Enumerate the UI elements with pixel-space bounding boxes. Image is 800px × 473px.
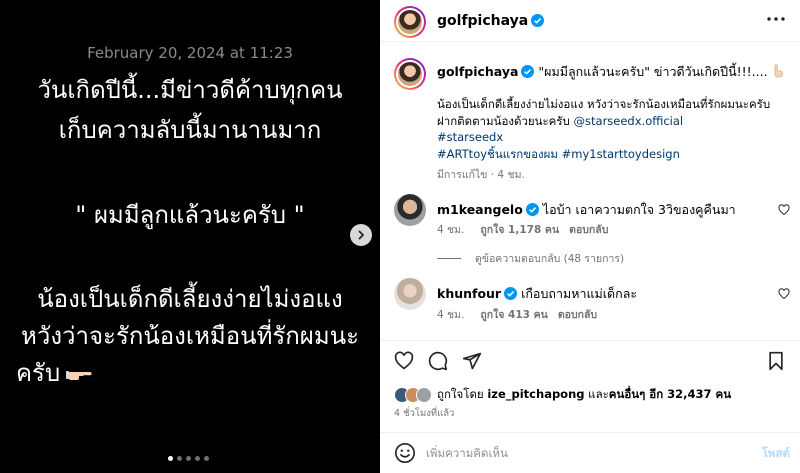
comment-icon[interactable] <box>428 351 448 371</box>
action-bar <box>380 340 800 380</box>
caption-time: 4 ชม. <box>497 169 525 181</box>
comment-username[interactable]: m1keangelo <box>437 202 523 217</box>
carousel-dot <box>177 456 182 461</box>
likes-others[interactable]: คนอื่นๆ อีก 32,437 คน <box>609 387 731 401</box>
liker-avatar <box>416 387 432 403</box>
commenter-avatar[interactable] <box>394 194 426 226</box>
verified-icon <box>525 203 539 216</box>
caption-avatar[interactable] <box>394 58 426 90</box>
mention-link[interactable]: @starseedx.official <box>574 114 684 128</box>
carousel-dot <box>195 456 200 461</box>
caption-text: ฝากติดตามน้องด้วยนะครับ <box>437 113 574 128</box>
share-icon[interactable] <box>462 351 482 371</box>
comment-meta: 4 ชม. ถูกใจ 413 คน ตอบกลับ <box>437 306 597 323</box>
comment-username[interactable]: khunfour <box>437 286 501 301</box>
post-comment-button[interactable]: โพสต์ <box>762 445 790 463</box>
caption-meta: มีการแก้ไข · 4 ชม. <box>437 169 525 181</box>
media-line: ครับ <box>16 359 61 387</box>
media-line: เก็บความลับนี้มานานมาก <box>58 116 322 144</box>
caption-username[interactable]: golfpichaya <box>437 64 518 79</box>
post-time: 4 ชั่วโมงที่แล้ว <box>394 408 455 419</box>
media-line-last: ครับ <box>16 355 136 391</box>
carousel-next-button[interactable] <box>350 224 372 246</box>
hashtag-link[interactable]: #ARTtoyชิ้นแรกของผม <box>437 147 558 161</box>
verified-icon <box>504 287 518 300</box>
view-replies-label: ดูข้อความตอบกลับ (48 รายการ) <box>475 253 625 265</box>
comment: m1keangelo ไอบ้า เอาความตกใจ 3วิของคูคืน… <box>437 200 736 220</box>
save-icon[interactable] <box>766 351 786 371</box>
caption-headline: "ผมมีลูกแล้วนะครับ" ข่าวดีวันเกิดปีนี้!!… <box>534 64 768 79</box>
post-media: February 20, 2024 at 11:23 วันเกิดปีนี้.… <box>0 0 380 473</box>
likes-prefix: ถูกใจโดย <box>437 387 488 401</box>
edited-label: มีการแก้ไข <box>437 169 488 181</box>
author-username[interactable]: golfpichaya <box>437 13 528 29</box>
comment-time: 4 ชม. <box>437 224 465 236</box>
comment-text: ไอบ้า เอาความตกใจ 3วิของคูคืนมา <box>542 202 736 217</box>
author-username-row: golfpichaya <box>437 13 545 29</box>
likes-text[interactable]: ถูกใจโดย ize_pitchapong และคนอื่นๆ อีก 3… <box>437 386 731 404</box>
post-side-panel: golfpichaya golfpichaya "ผมมีลูกแล้วนะคร… <box>380 0 800 473</box>
media-line: " ผมมีลูกแล้วนะครับ " <box>75 201 305 229</box>
caption-header: golfpichaya "ผมมีลูกแล้วนะครับ" ข่าวดีวั… <box>437 62 785 82</box>
caption-body: น้องเป็นเด็กดีเลี้ยงง่ายไม่งอแง หวังว่าจ… <box>437 96 789 162</box>
likes-summary: ถูกใจโดย ize_pitchapong และคนอื่นๆ อีก 3… <box>394 386 731 404</box>
comment: khunfour เกือบถามหาแม่เด็กละ <box>437 284 637 304</box>
carousel-dot <box>204 456 209 461</box>
comment-likes[interactable]: ถูกใจ 1,178 คน <box>480 224 559 236</box>
verified-icon <box>531 14 545 27</box>
heart-icon[interactable] <box>778 288 790 300</box>
hashtag-link[interactable]: #starseedx <box>437 129 789 146</box>
carousel-dot <box>186 456 191 461</box>
carousel-dots <box>168 456 209 461</box>
heart-icon[interactable] <box>778 204 790 216</box>
author-avatar[interactable] <box>394 6 426 38</box>
reply-button[interactable]: ตอบกลับ <box>569 224 608 236</box>
pointing-hand-emoji <box>774 64 783 78</box>
reply-button[interactable]: ตอบกลับ <box>558 309 597 321</box>
hashtag-row: #ARTtoyชิ้นแรกของผม #my1starttoydesign <box>437 146 789 163</box>
comment-input[interactable] <box>426 443 726 463</box>
more-icon[interactable] <box>766 11 786 27</box>
comment-meta: 4 ชม. ถูกใจ 1,178 คน ตอบกลับ <box>437 221 608 238</box>
chevron-right-icon <box>358 230 364 240</box>
caption-line: น้องเป็นเด็กดีเลี้ยงง่ายไม่งอแง หวังว่าจ… <box>437 97 771 111</box>
commenter-avatar[interactable] <box>394 278 426 310</box>
likes-and: และ <box>584 387 609 401</box>
heart-icon[interactable] <box>394 351 414 371</box>
liker-username[interactable]: ize_pitchapong <box>487 387 584 401</box>
media-line: น้องเป็นเด็กดีเลี้ยงง่ายไม่งอแง <box>37 285 343 313</box>
hashtag-link[interactable]: #my1starttoydesign <box>562 147 680 161</box>
comment-composer: โพสต์ <box>380 432 800 473</box>
carousel-dot <box>168 456 173 461</box>
media-line: หวังว่าจะรักน้องเหมือนที่รักผมนะ <box>21 322 359 350</box>
media-line: วันเกิดปีนี้...มีข่าวดีค้าบทุกคน <box>37 76 343 104</box>
view-replies-button[interactable]: ดูข้อความตอบกลับ (48 รายการ) <box>437 250 624 267</box>
caption-line: ฝากติดตามน้องด้วยนะครับ @starseedx.offic… <box>437 113 789 130</box>
comment-time: 4 ชม. <box>437 309 465 321</box>
comment-likes[interactable]: ถูกใจ 413 คน <box>480 309 547 321</box>
comment-text: เกือบถามหาแม่เด็กละ <box>521 286 638 301</box>
verified-icon <box>521 65 535 78</box>
emoji-icon[interactable] <box>394 442 416 464</box>
media-timestamp: February 20, 2024 at 11:23 <box>87 44 293 62</box>
pointing-hand-emoji <box>66 371 92 380</box>
post-header: golfpichaya <box>380 0 800 42</box>
